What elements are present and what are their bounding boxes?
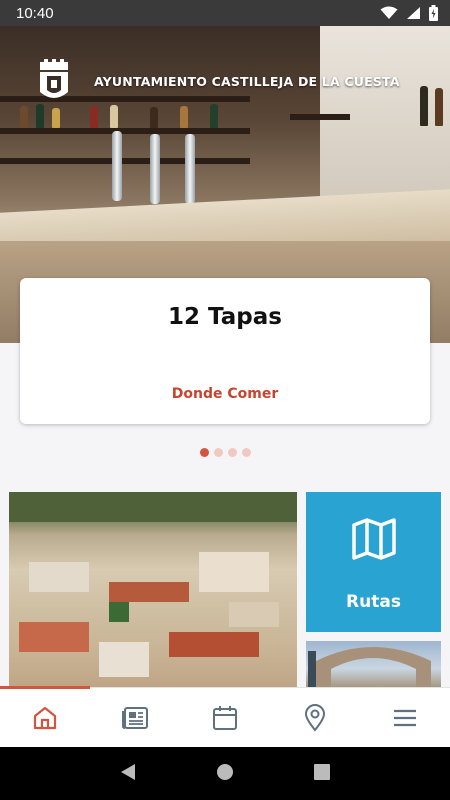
news-icon (122, 707, 148, 729)
hero-bottle (52, 108, 60, 128)
hero-bottle (90, 106, 98, 128)
active-tab-indicator (0, 686, 90, 689)
hero-beer-tap (185, 134, 195, 204)
aerial-roof (169, 632, 259, 657)
signal-icon (407, 7, 420, 19)
hero-bottle (150, 107, 158, 128)
featured-card[interactable]: 12 Tapas Donde Comer (20, 278, 430, 424)
nav-menu[interactable] (360, 688, 450, 748)
featured-subtitle[interactable]: Donde Comer (20, 386, 430, 402)
status-bar: 10:40 (0, 0, 450, 26)
city-crest-logo (40, 59, 68, 98)
system-navigation-bar (0, 747, 450, 800)
home-icon (33, 706, 57, 730)
rutas-tile[interactable]: Rutas (306, 492, 441, 632)
bottom-navigation (0, 686, 450, 748)
wifi-icon (380, 6, 398, 19)
hero-shelf (0, 158, 250, 164)
recents-button[interactable] (314, 763, 330, 784)
carousel-dot[interactable] (241, 448, 251, 457)
hero-shelf (290, 114, 350, 120)
rutas-label: Rutas (346, 592, 401, 612)
aerial-roof (109, 602, 129, 622)
home-button[interactable] (216, 763, 234, 785)
hero-shelf (0, 128, 250, 134)
map-icon (352, 518, 396, 560)
hero-bottle (180, 106, 188, 128)
town-aerial-tile[interactable] (9, 492, 297, 687)
hero-header: AYUNTAMIENTO CASTILLEJA DE LA CUESTA (0, 56, 450, 106)
status-time: 10:40 (16, 4, 54, 22)
monument-tile[interactable] (306, 641, 441, 687)
menu-icon (394, 709, 416, 727)
nav-calendar[interactable] (180, 688, 270, 748)
aerial-roof (199, 552, 269, 592)
back-icon (121, 763, 135, 780)
hero-bottle (210, 104, 218, 128)
square-recents-icon (314, 763, 330, 780)
aerial-roof (99, 642, 149, 677)
aerial-roof (29, 562, 89, 592)
carousel-dot[interactable] (199, 448, 209, 457)
status-icons (380, 5, 438, 21)
hero-bottle (20, 106, 28, 128)
carousel-dot[interactable] (213, 448, 223, 457)
nav-home[interactable] (0, 688, 90, 748)
carousel-indicator (0, 448, 450, 457)
back-button[interactable] (120, 763, 136, 785)
hero-bottle (36, 104, 44, 128)
battery-icon (429, 5, 438, 21)
hero-beer-tap (150, 134, 160, 204)
carousel-dot[interactable] (227, 448, 237, 457)
circle-home-icon (217, 763, 233, 780)
aerial-roof (19, 622, 89, 652)
arch-shape (308, 647, 431, 687)
aerial-roof (9, 492, 297, 522)
nav-location[interactable] (270, 688, 360, 748)
map-pin-icon (304, 704, 326, 732)
calendar-icon (213, 706, 237, 730)
featured-title: 12 Tapas (168, 304, 282, 330)
nav-news[interactable] (90, 688, 180, 748)
hero-beer-tap (112, 131, 122, 201)
hero-title: AYUNTAMIENTO CASTILLEJA DE LA CUESTA (94, 73, 400, 89)
aerial-roof (109, 582, 189, 602)
hero-bottle (110, 105, 118, 128)
aerial-roof (229, 602, 279, 627)
